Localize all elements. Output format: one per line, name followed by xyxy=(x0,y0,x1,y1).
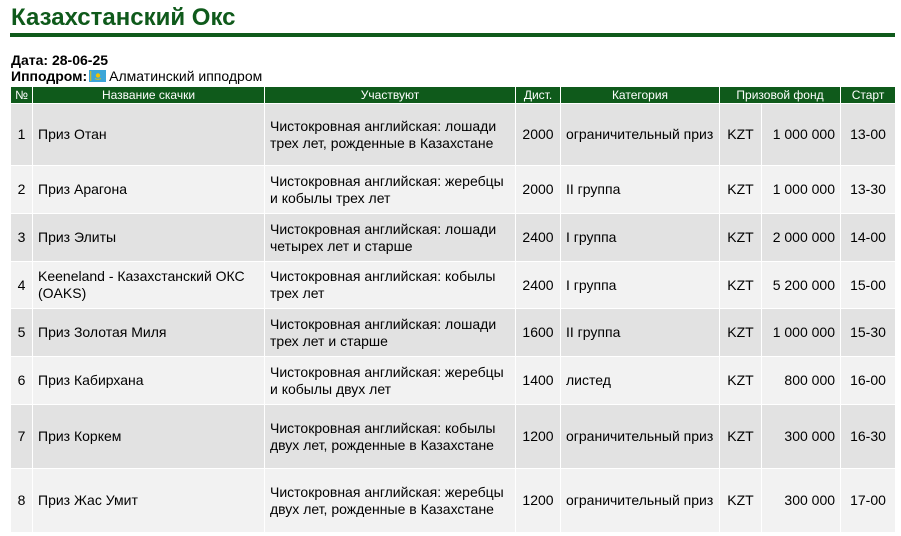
table-header-row: № Название скачки Участвуют Дист. Катего… xyxy=(10,86,897,104)
race-distance: 2000 xyxy=(515,165,561,214)
table-row: 4 Keeneland - Казахстанский ОКС (OAKS) Ч… xyxy=(10,261,897,309)
hippodrome-name: Алматинский ипподром xyxy=(109,68,263,84)
prize-amount: 1 000 000 xyxy=(760,308,842,357)
kazakhstan-flag-icon xyxy=(89,69,107,82)
table-row: 7 Приз Коркем Чистокровная английская: к… xyxy=(10,404,897,469)
race-distance: 2400 xyxy=(515,213,561,262)
header-prize: Призовой фонд xyxy=(718,86,842,104)
race-participants: Чистокровная английская: жеребцы двух ле… xyxy=(264,468,516,533)
row-num: 2 xyxy=(10,165,33,214)
header-category: Категория xyxy=(560,86,720,104)
header-name: Название скачки xyxy=(32,86,265,104)
race-distance: 1200 xyxy=(515,404,561,469)
start-time: 16-30 xyxy=(840,404,897,469)
prize-amount: 800 000 xyxy=(760,356,842,405)
start-time: 13-30 xyxy=(840,165,897,214)
table-row: 1 Приз Отан Чистокровная английская: лош… xyxy=(10,103,897,166)
race-name: Приз Жас Умит xyxy=(32,468,265,533)
row-num: 8 xyxy=(10,468,33,533)
race-name: Keeneland - Казахстанский ОКС (OAKS) xyxy=(32,261,265,309)
race-participants: Чистокровная английская: кобылы трех лет xyxy=(264,261,516,309)
race-distance: 2000 xyxy=(515,103,561,166)
table-row: 2 Приз Арагона Чистокровная английская: … xyxy=(10,165,897,214)
race-category: ограничительный приз xyxy=(560,103,720,166)
table-row: 5 Приз Золотая Миля Чистокровная английс… xyxy=(10,308,897,357)
date-label: Дата: xyxy=(11,52,49,68)
race-category: ограничительный приз xyxy=(560,404,720,469)
race-participants: Чистокровная английская: кобылы двух лет… xyxy=(264,404,516,469)
prize-amount: 300 000 xyxy=(760,404,842,469)
page-title: Казахстанский Окс xyxy=(11,4,236,31)
races-table: № Название скачки Участвуют Дист. Катего… xyxy=(10,86,897,533)
header-distance: Дист. xyxy=(515,86,561,104)
race-participants: Чистокровная английская: лошади трех лет… xyxy=(264,103,516,166)
race-distance: 1200 xyxy=(515,468,561,533)
prize-amount: 2 000 000 xyxy=(760,213,842,262)
race-category: II группа xyxy=(560,165,720,214)
prize-amount: 300 000 xyxy=(760,468,842,533)
header-num: № xyxy=(10,86,33,104)
race-name: Приз Арагона xyxy=(32,165,265,214)
race-category: I группа xyxy=(560,213,720,262)
prize-amount: 5 200 000 xyxy=(760,261,842,309)
race-name: Приз Отан xyxy=(32,103,265,166)
prize-amount: 1 000 000 xyxy=(760,165,842,214)
prize-currency: KZT xyxy=(719,308,762,357)
title-divider xyxy=(10,33,895,37)
start-time: 16-00 xyxy=(840,356,897,405)
header-start: Старт xyxy=(840,86,897,104)
race-category: ограничительный приз xyxy=(560,468,720,533)
race-name: Приз Коркем xyxy=(32,404,265,469)
date-value: 28-06-25 xyxy=(51,52,109,68)
table-row: 8 Приз Жас Умит Чистокровная английская:… xyxy=(10,468,897,533)
prize-currency: KZT xyxy=(719,468,762,533)
prize-currency: KZT xyxy=(719,165,762,214)
prize-currency: KZT xyxy=(719,261,762,309)
race-category: II группа xyxy=(560,308,720,357)
start-time: 15-30 xyxy=(840,308,897,357)
row-num: 1 xyxy=(10,103,33,166)
hippodrome-label: Ипподром: xyxy=(11,68,88,84)
start-time: 15-00 xyxy=(840,261,897,309)
race-category: листед xyxy=(560,356,720,405)
prize-currency: KZT xyxy=(719,404,762,469)
row-num: 4 xyxy=(10,261,33,309)
row-num: 3 xyxy=(10,213,33,262)
prize-currency: KZT xyxy=(719,213,762,262)
race-participants: Чистокровная английская: лошади четырех … xyxy=(264,213,516,262)
row-num: 6 xyxy=(10,356,33,405)
race-category: I группа xyxy=(560,261,720,309)
table-row: 3 Приз Элиты Чистокровная английская: ло… xyxy=(10,213,897,262)
start-time: 17-00 xyxy=(840,468,897,533)
row-num: 7 xyxy=(10,404,33,469)
race-name: Приз Элиты xyxy=(32,213,265,262)
race-name: Приз Кабирхана xyxy=(32,356,265,405)
row-num: 5 xyxy=(10,308,33,357)
table-row: 6 Приз Кабирхана Чистокровная английская… xyxy=(10,356,897,405)
race-distance: 1400 xyxy=(515,356,561,405)
race-name: Приз Золотая Миля xyxy=(32,308,265,357)
prize-amount: 1 000 000 xyxy=(760,103,842,166)
race-participants: Чистокровная английская: лошади трех лет… xyxy=(264,308,516,357)
start-time: 14-00 xyxy=(840,213,897,262)
prize-currency: KZT xyxy=(719,103,762,166)
race-distance: 2400 xyxy=(515,261,561,309)
race-participants: Чистокровная английская: жеребцы и кобыл… xyxy=(264,356,516,405)
race-participants: Чистокровная английская: жеребцы и кобыл… xyxy=(264,165,516,214)
prize-currency: KZT xyxy=(719,356,762,405)
race-distance: 1600 xyxy=(515,308,561,357)
header-participants: Участвуют xyxy=(264,86,516,104)
hippodrome-info: Ипподром: Алматинский ипподром xyxy=(11,68,262,84)
race-date: Дата: 28-06-25 xyxy=(11,52,108,68)
start-time: 13-00 xyxy=(840,103,897,166)
